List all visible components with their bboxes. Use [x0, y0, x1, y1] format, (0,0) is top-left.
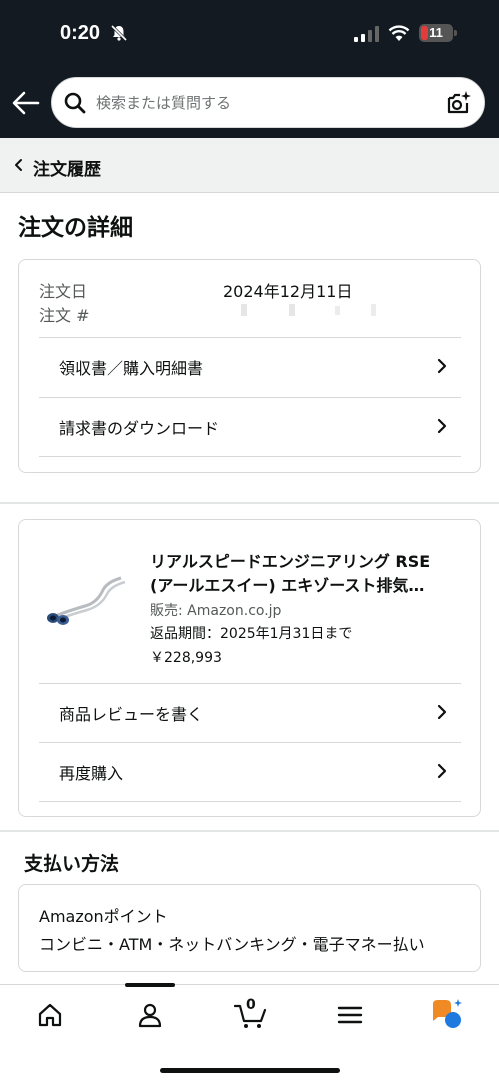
product-card: リアルスピードエンジニアリング RSE (アールエスイー) エキゾースト排気… … — [18, 519, 481, 817]
battery-level: 11 — [429, 25, 443, 40]
battery-tip — [454, 30, 457, 36]
write-review-row[interactable]: 商品レビューを書く — [39, 683, 461, 741]
payment-method-points: Amazonポイント — [39, 907, 168, 926]
receipt-link-label: 領収書／購入明細書 — [59, 359, 204, 378]
chevron-right-icon — [437, 763, 447, 779]
product-price: ￥228,993 — [150, 650, 222, 666]
order-date-label: 注文日 — [39, 282, 88, 301]
search-input[interactable] — [96, 78, 436, 127]
silent-bell-icon — [110, 24, 128, 42]
breadcrumb[interactable]: 注文履歴 — [0, 138, 499, 193]
write-review-label: 商品レビューを書く — [59, 705, 204, 724]
product-title-line1: リアルスピードエンジニアリング RSE — [150, 552, 431, 571]
bottom-navigation: 0 — [0, 983, 499, 1080]
chevron-right-icon — [437, 358, 447, 374]
status-time: 0:20 — [60, 22, 101, 44]
breadcrumb-order-history[interactable]: 注文履歴 — [33, 155, 101, 180]
home-indicator — [160, 1068, 340, 1073]
product-title-line2: (アールエスイー) エキゾースト排気… — [150, 576, 425, 595]
receipt-link-row[interactable]: 領収書／購入明細書 — [39, 337, 461, 395]
chevron-right-icon — [437, 418, 447, 434]
order-date-value: 2024年12月11日 — [223, 282, 353, 301]
invoice-download-label: 請求書のダウンロード — [59, 419, 220, 438]
page-title: 注文の詳細 — [18, 215, 133, 241]
seller-text: 販売: Amazon.co.jp — [150, 603, 282, 619]
product-image[interactable] — [41, 570, 131, 628]
order-info-card: 注文日 2024年12月11日 注文 # 領収書／購入明細書 請求書のダウンロー… — [18, 259, 481, 473]
order-number-redacted — [241, 304, 376, 316]
payment-section-title: 支払い方法 — [24, 853, 120, 875]
invoice-download-row[interactable]: 請求書のダウンロード — [39, 397, 461, 455]
nav-active-indicator — [125, 983, 175, 987]
row-divider — [39, 801, 461, 802]
camera-sparkle-icon[interactable] — [446, 90, 472, 116]
chevron-right-icon — [437, 704, 447, 720]
buy-again-row[interactable]: 再度購入 — [39, 742, 461, 800]
back-arrow-icon[interactable] — [12, 90, 40, 116]
cart-count: 0 — [246, 997, 256, 1013]
section-divider — [0, 830, 499, 832]
row-divider — [39, 456, 461, 457]
order-number-label: 注文 # — [39, 306, 90, 325]
product-title[interactable]: リアルスピードエンジニアリング RSE (アールエスイー) エキゾースト排気… — [150, 550, 465, 598]
menu-icon[interactable] — [336, 1001, 364, 1029]
payment-method-convenience: コンビニ・ATM・ネットバンキング・電子マネー払い — [39, 935, 425, 954]
rufus-icon[interactable] — [430, 998, 464, 1030]
buy-again-label: 再度購入 — [59, 764, 124, 783]
account-icon[interactable] — [136, 1001, 164, 1029]
home-icon[interactable] — [36, 1001, 64, 1029]
search-bar[interactable] — [51, 77, 485, 128]
wifi-icon — [388, 25, 410, 41]
app-header: 0:20 11 — [0, 0, 499, 138]
signal-icon — [354, 26, 379, 42]
section-divider — [0, 502, 499, 504]
return-period: 返品期間：2025年1月31日まで — [150, 626, 353, 642]
payment-card: Amazonポイント コンビニ・ATM・ネットバンキング・電子マネー払い — [18, 884, 481, 972]
search-icon — [64, 92, 86, 114]
chevron-left-icon — [15, 159, 22, 171]
battery-indicator: 11 — [419, 24, 453, 42]
